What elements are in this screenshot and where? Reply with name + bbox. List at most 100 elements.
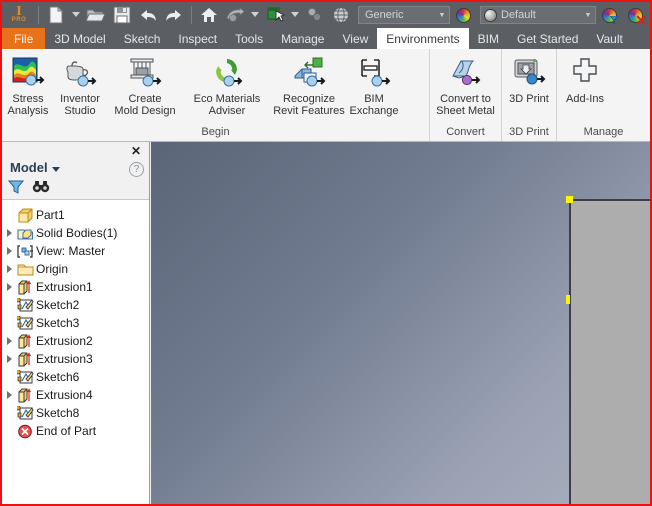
3d-print-button[interactable]: 3D Print: [502, 53, 556, 105]
extrusion-icon: [16, 387, 34, 403]
expand-arrow-icon[interactable]: [2, 224, 16, 242]
selected-vertex-marker[interactable]: [566, 196, 573, 203]
tree-item-end-of-part[interactable]: End of Part: [2, 422, 149, 440]
ribbon-panel-convert: Convert to Sheet Metal Convert: [429, 49, 501, 141]
return-dropdown-icon[interactable]: [248, 3, 262, 27]
sketch-icon: [16, 297, 34, 313]
tree-item-extrusion3[interactable]: Extrusion3: [2, 350, 149, 368]
part-geometry[interactable]: [569, 199, 650, 504]
tree-item-extrusion4[interactable]: Extrusion4: [2, 386, 149, 404]
clear-appearance-icon[interactable]: [622, 3, 648, 27]
tab-inspect[interactable]: Inspect: [169, 28, 226, 49]
create-mold-design-label: Create Mold Design: [114, 93, 176, 117]
open-file-icon[interactable]: [83, 3, 109, 27]
ribbon-tab-bar: File 3D Model Sketch Inspect Tools Manag…: [2, 28, 650, 49]
tree-item-label: Solid Bodies(1): [36, 226, 118, 240]
material-combobox[interactable]: Generic ▼: [358, 6, 450, 24]
update-dropdown-icon[interactable]: [288, 3, 302, 27]
3d-print-icon: [511, 55, 547, 91]
tab-file[interactable]: File: [2, 28, 46, 49]
stress-analysis-button[interactable]: Stress Analysis: [2, 53, 54, 117]
tree-item-extrusion2[interactable]: Extrusion2: [2, 332, 149, 350]
end-of-part-icon: [16, 423, 34, 439]
new-file-icon[interactable]: [43, 3, 69, 27]
selected-edge-marker[interactable]: [566, 295, 570, 304]
tab-environments[interactable]: Environments: [377, 28, 469, 49]
undo-icon[interactable]: [135, 3, 161, 27]
material-wheel-icon[interactable]: [450, 3, 476, 27]
sphere-icon: [484, 9, 497, 22]
expand-arrow-icon[interactable]: [2, 278, 16, 296]
extrusion-icon: [16, 279, 34, 295]
tree-item-sketch8[interactable]: Sketch8: [2, 404, 149, 422]
tab-vault[interactable]: Vault: [587, 28, 631, 49]
tree-item-origin[interactable]: Origin: [2, 260, 149, 278]
3d-print-label: 3D Print: [509, 93, 549, 105]
browser-title-dropdown[interactable]: Model: [10, 160, 60, 175]
tree-item-extrusion1[interactable]: Extrusion1: [2, 278, 149, 296]
expand-arrow-icon[interactable]: [2, 242, 16, 260]
eco-materials-adviser-button[interactable]: Eco Materials Adviser: [184, 53, 270, 117]
tree-item-sketch6[interactable]: Sketch6: [2, 368, 149, 386]
tree-item-label: View: Master: [36, 244, 106, 258]
tab-view[interactable]: View: [333, 28, 377, 49]
create-mold-design-button[interactable]: Create Mold Design: [106, 53, 184, 117]
tab-sketch[interactable]: Sketch: [115, 28, 170, 49]
add-ins-icon: [567, 55, 603, 91]
3d-viewport[interactable]: [151, 142, 650, 504]
expand-arrow-icon[interactable]: [2, 350, 16, 368]
recognize-revit-features-button[interactable]: Recognize Revit Features: [270, 53, 348, 117]
update-icon[interactable]: [262, 3, 288, 27]
close-icon[interactable]: ✕: [129, 144, 143, 158]
divider: [38, 6, 39, 24]
appearance-combobox[interactable]: Default ▼: [480, 6, 596, 24]
parameters-icon[interactable]: fx: [648, 3, 650, 27]
tree-item-label: Extrusion3: [36, 352, 93, 366]
convert-to-sheet-metal-button[interactable]: Convert to Sheet Metal: [430, 53, 501, 117]
tab-get-started[interactable]: Get Started: [508, 28, 587, 49]
save-icon[interactable]: [109, 3, 135, 27]
find-icon[interactable]: [32, 180, 50, 194]
tree-item-label: End of Part: [36, 424, 97, 438]
tree-item-sketch3[interactable]: Sketch3: [2, 314, 149, 332]
ribbon-panel-manage: Add-Ins Manage: [556, 49, 650, 141]
return-icon[interactable]: [222, 3, 248, 27]
recognize-revit-features-icon: [291, 55, 327, 91]
tree-item-label: Origin: [36, 262, 69, 276]
appearance-globe-icon[interactable]: [328, 3, 354, 27]
tab-bim[interactable]: BIM: [469, 28, 508, 49]
quick-access-toolbar: I PRO Generic ▼ Default ▼: [2, 2, 650, 28]
adjust-appearance-icon[interactable]: [596, 3, 622, 27]
tree-item-label: Sketch2: [36, 298, 80, 312]
add-ins-button[interactable]: Add-Ins: [557, 53, 613, 105]
select-icon[interactable]: [302, 3, 328, 27]
new-file-dropdown-icon[interactable]: [69, 3, 83, 27]
inventor-studio-button[interactable]: Inventor Studio: [54, 53, 106, 117]
tree-item-label: Extrusion2: [36, 334, 93, 348]
help-icon[interactable]: ?: [129, 162, 144, 177]
tab-3d-model[interactable]: 3D Model: [45, 28, 114, 49]
home-icon[interactable]: [196, 3, 222, 27]
tab-tools[interactable]: Tools: [226, 28, 272, 49]
expand-arrow-icon[interactable]: [2, 386, 16, 404]
tree-item-label: Extrusion4: [36, 388, 93, 402]
expand-arrow-icon[interactable]: [2, 332, 16, 350]
tree-item-label: Sketch3: [36, 316, 80, 330]
stress-analysis-label: Stress Analysis: [7, 93, 49, 117]
chevron-down-icon[interactable]: ▼: [435, 12, 449, 19]
tab-manage[interactable]: Manage: [272, 28, 333, 49]
redo-icon[interactable]: [161, 3, 187, 27]
tree-item-label: Part1: [36, 208, 65, 222]
chevron-down-icon[interactable]: ▼: [581, 12, 595, 19]
bim-exchange-button[interactable]: BIM Exchange: [348, 53, 400, 117]
tree-item-view-master[interactable]: View: Master: [2, 242, 149, 260]
sketch-icon: [16, 315, 34, 331]
tree-item-solid-bodies[interactable]: Solid Bodies(1): [2, 224, 149, 242]
tree-item-part1[interactable]: Part1: [2, 206, 149, 224]
filter-icon[interactable]: [8, 180, 24, 194]
expand-arrow-icon[interactable]: [2, 260, 16, 278]
tree-item-sketch2[interactable]: Sketch2: [2, 296, 149, 314]
